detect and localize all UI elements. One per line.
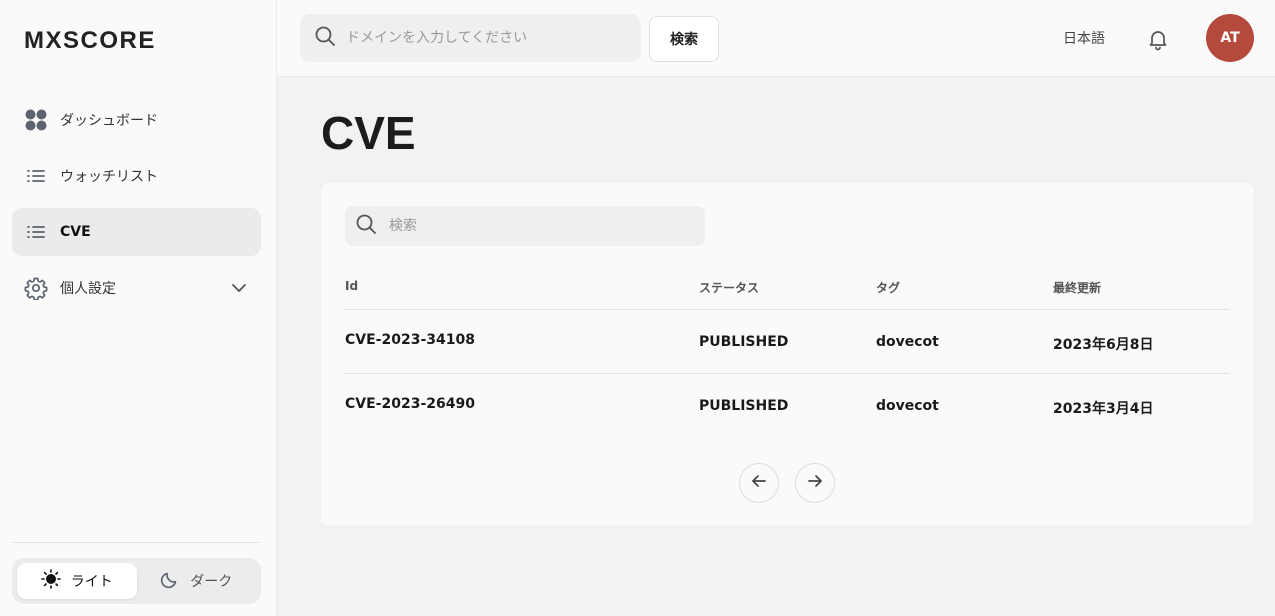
table-row[interactable]: CVE-2023-34108 PUBLISHED dovecot 2023年6月… (345, 310, 1230, 374)
sidebar-item-cve[interactable]: CVE (12, 208, 261, 256)
app-logo[interactable]: MXSCORE (24, 27, 156, 55)
cve-id-link[interactable]: CVE-2023-34108 (345, 332, 475, 348)
dashboard-icon (24, 108, 48, 132)
table-row[interactable]: CVE-2023-26490 PUBLISHED dovecot 2023年3月… (345, 374, 1230, 438)
sidebar: MXSCORE ダッシュボード ウォッチリスト CVE 個人設定 ライト ダーク (0, 0, 277, 616)
status-cell: PUBLISHED (699, 398, 789, 414)
cve-id-link[interactable]: CVE-2023-26490 (345, 396, 475, 412)
theme-toggle: ライト ダーク (12, 558, 261, 604)
theme-light-button[interactable]: ライト (17, 563, 137, 599)
table-search (345, 206, 705, 246)
column-header-tag[interactable]: タグ (876, 279, 900, 296)
column-header-updated[interactable]: 最終更新 (1053, 279, 1101, 296)
search-icon (355, 213, 377, 239)
domain-search (300, 14, 641, 62)
updated-cell: 2023年3月4日 (1053, 401, 1154, 417)
next-page-button[interactable] (795, 463, 835, 503)
avatar[interactable]: AT (1206, 14, 1254, 62)
previous-page-button[interactable] (739, 463, 779, 503)
sidebar-divider (12, 542, 260, 543)
sun-icon (40, 569, 61, 593)
status-cell: PUBLISHED (699, 334, 789, 350)
column-header-status[interactable]: ステータス (699, 279, 759, 296)
top-bar: 検索 日本語 AT (277, 0, 1275, 77)
sidebar-item-label: ウォッチリスト (60, 169, 158, 185)
sidebar-item-label: CVE (60, 224, 91, 240)
language-selector[interactable]: 日本語 (1063, 28, 1105, 48)
search-button[interactable]: 検索 (649, 16, 719, 62)
arrow-right-icon (806, 472, 824, 494)
sidebar-item-settings[interactable]: 個人設定 (12, 264, 261, 312)
table-search-input[interactable] (389, 218, 689, 234)
domain-search-input[interactable] (346, 30, 626, 46)
sidebar-nav: ダッシュボード ウォッチリスト CVE 個人設定 (12, 96, 261, 320)
search-icon (314, 25, 336, 51)
table-header: Id ステータス タグ 最終更新 (345, 277, 1230, 310)
updated-cell: 2023年6月8日 (1053, 337, 1154, 353)
sidebar-item-watchlist[interactable]: ウォッチリスト (12, 152, 261, 200)
column-header-id[interactable]: Id (345, 279, 358, 293)
cve-table-card: Id ステータス タグ 最終更新 CVE-2023-34108 PUBLISHE… (321, 183, 1254, 526)
theme-dark-button[interactable]: ダーク (137, 563, 257, 599)
moon-icon (160, 569, 180, 593)
bell-icon[interactable] (1146, 27, 1170, 51)
sidebar-item-dashboard[interactable]: ダッシュボード (12, 96, 261, 144)
chevron-down-icon[interactable] (229, 278, 249, 298)
sidebar-item-label: ダッシュボード (60, 113, 158, 129)
gear-icon (24, 276, 48, 300)
theme-dark-label: ダーク (190, 574, 233, 590)
tag-cell: dovecot (876, 334, 939, 350)
list-icon (24, 220, 48, 244)
sidebar-item-label: 個人設定 (60, 281, 116, 297)
list-icon (24, 164, 48, 188)
theme-light-label: ライト (70, 574, 113, 590)
page-title: CVE (321, 107, 416, 159)
arrow-left-icon (750, 472, 768, 494)
tag-cell: dovecot (876, 398, 939, 414)
